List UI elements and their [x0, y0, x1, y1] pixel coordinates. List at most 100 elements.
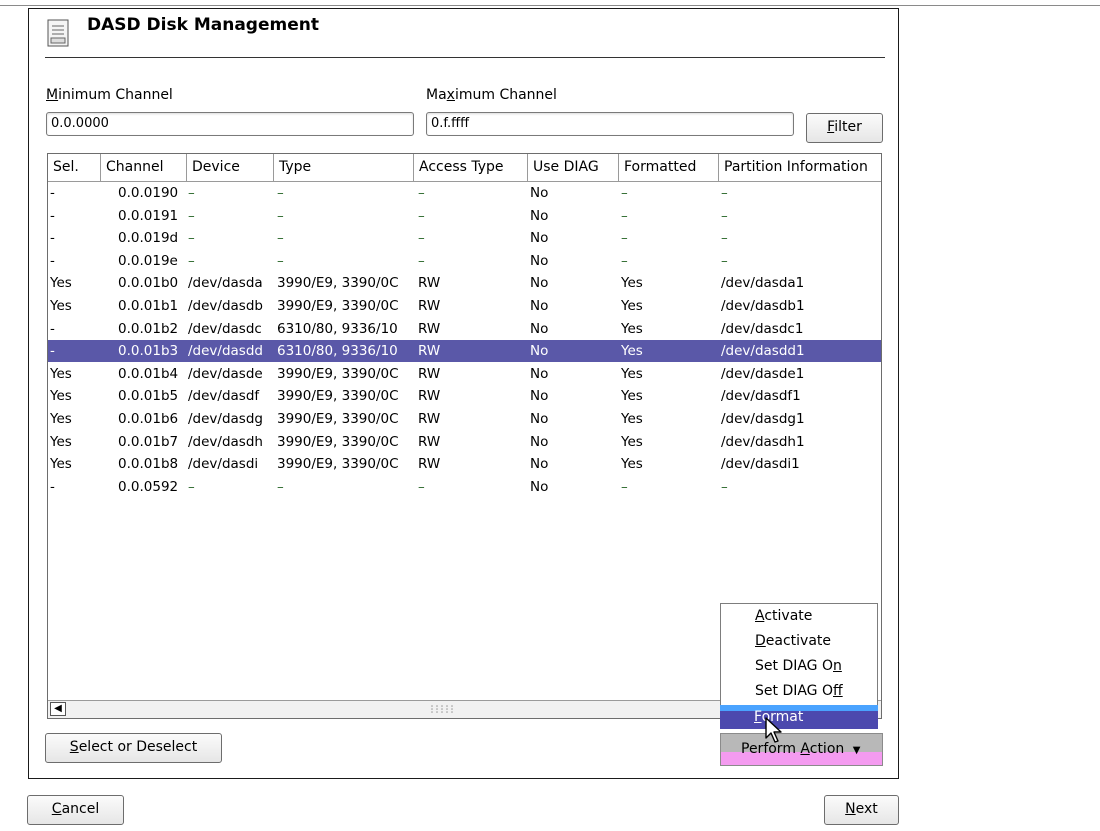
max-channel-label: Maximum Channel: [426, 87, 557, 103]
col-access-type[interactable]: Access Type: [414, 154, 528, 181]
col-device[interactable]: Device: [187, 154, 274, 181]
table-row[interactable]: -0.0.0592– – – No – –: [48, 476, 881, 498]
perform-action-button[interactable]: Perform Action ▼: [720, 733, 883, 766]
cell-channel: 0.0.01b7: [118, 433, 179, 450]
col-formatted[interactable]: Formatted: [619, 154, 719, 181]
col-channel[interactable]: Channel: [101, 154, 187, 181]
cell-access-type: –: [418, 478, 425, 495]
cell-use-diag: No: [530, 433, 549, 450]
page-title: DASD Disk Management: [87, 15, 319, 35]
cell-channel: 0.0.019e: [118, 252, 178, 269]
cell-use-diag: No: [530, 298, 549, 314]
cell-type: 6310/80, 9336/10: [277, 343, 398, 360]
cell-device: /dev/dasdb: [188, 298, 263, 314]
cell-type: –: [277, 252, 284, 269]
cell-formatted: Yes: [621, 411, 643, 427]
table-row[interactable]: -0.0.0191– – – No – –: [48, 205, 881, 227]
cell-partition: /dev/dasda1: [721, 275, 805, 292]
menu-item-set-diag-off[interactable]: Set DIAG Off: [755, 679, 843, 703]
cell-formatted: Yes: [621, 388, 643, 405]
cell-use-diag: No: [530, 388, 549, 405]
cell-channel: 0.0.0190: [118, 185, 179, 201]
cell-formatted: Yes: [621, 343, 643, 360]
cell-sel: -: [50, 185, 55, 201]
table-header: Sel. Channel Device Type Access Type Use…: [48, 154, 881, 182]
table-row[interactable]: Yes 0.0.01b0/dev/dasda 3990/E9, 3390/0C RW N…: [48, 272, 881, 294]
table-row[interactable]: - 0.0.01b2/dev/dasdc 6310/80, 9336/10 RW No Y…: [48, 318, 881, 340]
cell-channel: 0.0.01b0: [118, 275, 179, 292]
col-partition-info[interactable]: Partition Information: [719, 154, 881, 181]
cell-type: 3990/E9, 3390/0C: [277, 298, 399, 314]
cell-sel: Yes: [50, 298, 72, 314]
scroll-grip-icon[interactable]: [428, 704, 458, 714]
table-row[interactable]: Yes 0.0.01b4/dev/dasde 3990/E9, 3390/0C RW N…: [48, 363, 881, 385]
cell-use-diag: No: [530, 478, 549, 495]
cell-sel: Yes: [50, 365, 72, 382]
cell-channel: 0.0.01b4: [118, 365, 179, 382]
title-separator: [45, 57, 885, 58]
table-row[interactable]: Yes 0.0.01b1/dev/dasdb 3990/E9, 3390/0C RW N…: [48, 295, 881, 317]
col-sel[interactable]: Sel.: [48, 154, 101, 181]
table-row[interactable]: Yes 0.0.01b8/dev/dasdi 3990/E9, 3390/0C RW N…: [48, 453, 881, 475]
cell-formatted: –: [621, 185, 628, 201]
table-row[interactable]: Yes 0.0.01b6/dev/dasdg 3990/E9, 3390/0C RW N…: [48, 408, 881, 430]
dasd-dialog: DASD Disk Management Minimum Channel 0.0…: [28, 8, 899, 779]
cell-sel: -: [50, 478, 55, 495]
cell-sel: Yes: [50, 411, 72, 427]
cell-type: 3990/E9, 3390/0C: [277, 456, 399, 473]
filter-button[interactable]: Filter: [806, 113, 883, 143]
cell-channel: 0.0.0592: [118, 478, 179, 495]
table-row[interactable]: -0.0.019e – – – No – –: [48, 250, 881, 272]
cell-device: –: [188, 478, 195, 495]
cell-access-type: RW: [418, 433, 441, 450]
scroll-left-icon[interactable]: ◀: [50, 702, 66, 716]
cell-partition: /dev/dasde1: [721, 365, 805, 382]
cancel-button[interactable]: Cancel: [27, 795, 124, 825]
cell-partition: /dev/dasdf1: [721, 388, 801, 405]
cell-channel: 0.0.0191: [118, 207, 179, 224]
menu-item-activate[interactable]: Activate: [755, 604, 812, 628]
cell-channel: 0.0.01b5: [118, 388, 179, 405]
select-or-deselect-button[interactable]: Select or Deselect: [45, 733, 222, 763]
min-channel-label: Minimum Channel: [46, 87, 173, 103]
col-type[interactable]: Type: [274, 154, 414, 181]
cell-formatted: Yes: [621, 320, 643, 337]
next-button[interactable]: Next: [824, 795, 899, 825]
cell-type: –: [277, 185, 284, 201]
window-top-rule: [0, 5, 1100, 6]
table-row[interactable]: Yes 0.0.01b5/dev/dasdf 3990/E9, 3390/0C RW N…: [48, 385, 881, 407]
cell-channel: 0.0.01b8: [118, 456, 179, 473]
cell-device: /dev/dasdc: [188, 320, 262, 337]
max-channel-input[interactable]: 0.f.ffff: [426, 112, 794, 136]
cell-formatted: Yes: [621, 433, 643, 450]
table-row[interactable]: -0.0.019d – – – No – –: [48, 227, 881, 249]
cell-type: 3990/E9, 3390/0C: [277, 411, 399, 427]
table-row[interactable]: - 0.0.01b3/dev/dasdd 6310/80, 9336/10 RW No Y…: [48, 340, 881, 363]
cell-use-diag: No: [530, 275, 549, 292]
cell-formatted: Yes: [621, 365, 643, 382]
cell-device: /dev/dasda: [188, 275, 263, 292]
cell-sel: Yes: [50, 456, 72, 473]
cell-device: –: [188, 185, 195, 201]
cell-channel: 0.0.019d: [118, 230, 179, 247]
min-channel-input[interactable]: 0.0.0000: [46, 112, 414, 136]
cell-channel: 0.0.01b3: [118, 343, 179, 360]
cell-device: –: [188, 252, 195, 269]
menu-item-deactivate[interactable]: Deactivate: [755, 629, 831, 653]
cell-formatted: –: [621, 252, 628, 269]
cell-access-type: RW: [418, 275, 441, 292]
cell-use-diag: No: [530, 411, 549, 427]
table-row[interactable]: Yes 0.0.01b7/dev/dasdh 3990/E9, 3390/0C RW N…: [48, 431, 881, 453]
menu-item-format-highlighted[interactable]: Format: [720, 705, 878, 729]
cell-sel: Yes: [50, 433, 72, 450]
col-use-diag[interactable]: Use DIAG: [528, 154, 619, 181]
cell-partition: /dev/dasdc1: [721, 320, 804, 337]
menu-item-set-diag-on[interactable]: Set DIAG On: [755, 654, 842, 678]
table-row[interactable]: -0.0.0190– – – No – –: [48, 182, 881, 204]
cell-sel: -: [50, 230, 55, 247]
mouse-pointer-icon: [765, 717, 782, 743]
cell-use-diag: No: [530, 252, 549, 269]
cell-access-type: –: [418, 230, 425, 247]
cell-access-type: RW: [418, 411, 441, 427]
cell-channel: 0.0.01b1: [118, 298, 179, 314]
